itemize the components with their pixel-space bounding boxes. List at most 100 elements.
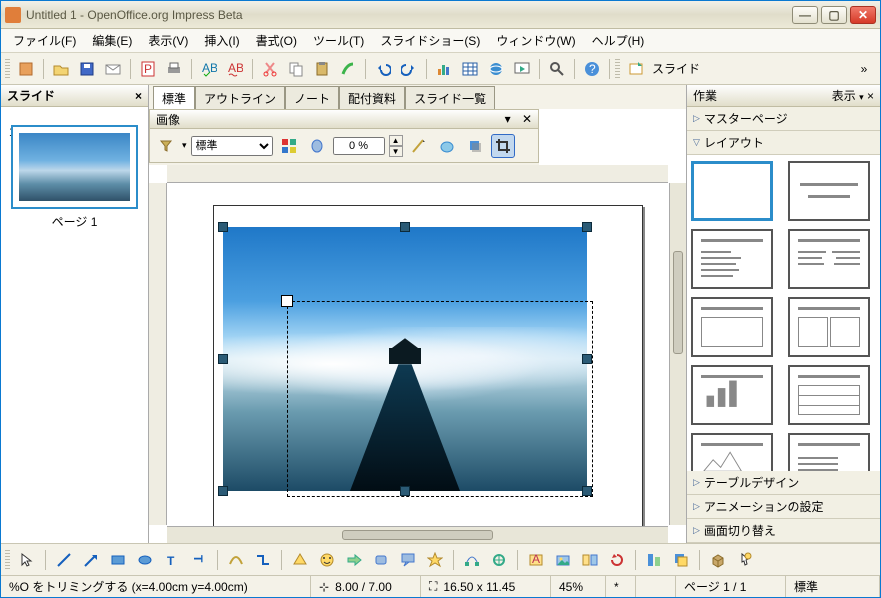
slide-thumbnail-1[interactable] <box>11 125 138 209</box>
resize-handle-sw[interactable] <box>218 486 228 496</box>
line-tool[interactable] <box>52 548 76 572</box>
cut-button[interactable] <box>258 57 282 81</box>
draw-grip[interactable] <box>5 550 10 570</box>
tab-sorter[interactable]: スライド一覧 <box>405 86 495 110</box>
connector-tool[interactable] <box>251 548 275 572</box>
layout-two-boxes[interactable] <box>788 297 870 357</box>
flowchart-button[interactable] <box>369 548 393 572</box>
section-table[interactable]: ▷テーブルデザイン <box>687 471 880 495</box>
spin-up[interactable]: ▲ <box>389 135 403 146</box>
email-button[interactable] <box>101 57 125 81</box>
hyperlink-button[interactable] <box>484 57 508 81</box>
task-view-label[interactable]: 表示 <box>832 89 856 103</box>
menu-insert[interactable]: 挿入(I) <box>198 30 245 51</box>
new-doc-button[interactable] <box>14 57 38 81</box>
section-layout[interactable]: ▽レイアウト <box>687 131 880 155</box>
resize-handle-ne[interactable] <box>582 222 592 232</box>
open-button[interactable] <box>49 57 73 81</box>
menu-help[interactable]: ヘルプ(H) <box>586 30 651 51</box>
image-toolbar-pin[interactable]: ▾ <box>505 112 511 126</box>
vtext-tool[interactable]: T <box>187 548 211 572</box>
maximize-button[interactable]: ▢ <box>821 6 847 24</box>
task-panel-close[interactable]: × <box>867 89 874 103</box>
editing-canvas[interactable] <box>149 165 686 543</box>
menu-format[interactable]: 書式(O) <box>250 30 303 51</box>
layout-table[interactable] <box>788 365 870 425</box>
layout-text-chart[interactable] <box>788 433 870 471</box>
menu-tools[interactable]: ツール(T) <box>307 30 370 51</box>
rotate-button[interactable] <box>605 548 629 572</box>
save-button[interactable] <box>75 57 99 81</box>
transparency-input[interactable] <box>333 137 385 155</box>
text-tool[interactable]: T <box>160 548 184 572</box>
symbol-shapes-button[interactable] <box>315 548 339 572</box>
slide-insert-button[interactable] <box>624 57 648 81</box>
alignment-button[interactable] <box>642 548 666 572</box>
close-button[interactable]: ✕ <box>850 6 876 24</box>
slideshow-run-button[interactable] <box>510 57 534 81</box>
fontwork-button[interactable]: A <box>524 548 548 572</box>
slides-panel-close[interactable]: × <box>135 89 142 103</box>
shadow-button[interactable] <box>463 134 487 158</box>
curve-tool[interactable] <box>224 548 248 572</box>
block-arrows-button[interactable] <box>342 548 366 572</box>
copy-button[interactable] <box>284 57 308 81</box>
stars-button[interactable] <box>423 548 447 572</box>
redo-button[interactable] <box>397 57 421 81</box>
layout-title-only[interactable] <box>691 297 773 357</box>
resize-handle-n[interactable] <box>400 222 410 232</box>
layout-title-content[interactable] <box>691 229 773 289</box>
crop-rectangle[interactable] <box>287 301 593 497</box>
resize-handle-w[interactable] <box>218 354 228 364</box>
callouts-button[interactable] <box>396 548 420 572</box>
tab-outline[interactable]: アウトライン <box>195 86 285 110</box>
toolbar-overflow-button[interactable]: » <box>852 57 876 81</box>
filter-dropdown-arrow[interactable]: ▾ <box>182 140 187 151</box>
vertical-scrollbar[interactable] <box>669 183 686 525</box>
chart-button[interactable] <box>432 57 456 81</box>
image-toolbar-close[interactable]: ✕ <box>522 112 532 126</box>
ellipse-tool[interactable] <box>133 548 157 572</box>
menu-view[interactable]: 表示(V) <box>142 30 194 51</box>
section-transition[interactable]: ▷画面切り替え <box>687 519 880 543</box>
format-paintbrush-button[interactable] <box>336 57 360 81</box>
arrange-button[interactable] <box>669 548 693 572</box>
spin-down[interactable]: ▼ <box>389 146 403 157</box>
points-edit-button[interactable] <box>460 548 484 572</box>
layout-title[interactable] <box>788 161 870 221</box>
layout-chart[interactable] <box>691 365 773 425</box>
arrow-tool[interactable] <box>79 548 103 572</box>
interaction-button[interactable] <box>733 548 757 572</box>
resize-handle-nw[interactable] <box>218 222 228 232</box>
filter-button[interactable] <box>154 134 178 158</box>
autospell-button[interactable]: ABC <box>223 57 247 81</box>
status-zoom[interactable]: 45% <box>551 576 606 597</box>
rectangle-tool[interactable] <box>106 548 130 572</box>
graphics-mode-select[interactable]: 標準 <box>191 136 273 156</box>
toolbar-grip-2[interactable] <box>615 59 620 79</box>
select-tool[interactable] <box>15 548 39 572</box>
paste-button[interactable] <box>310 57 334 81</box>
export-pdf-button[interactable]: P <box>136 57 160 81</box>
layout-blank[interactable] <box>691 161 773 221</box>
table-button[interactable] <box>458 57 482 81</box>
menu-window[interactable]: ウィンドウ(W) <box>490 30 581 51</box>
section-animation[interactable]: ▷アニメーションの設定 <box>687 495 880 519</box>
print-button[interactable] <box>162 57 186 81</box>
section-master[interactable]: ▷マスターページ <box>687 107 880 131</box>
gluepoints-button[interactable] <box>487 548 511 572</box>
horizontal-scrollbar[interactable] <box>167 526 668 543</box>
crop-button[interactable] <box>491 134 515 158</box>
from-file-button[interactable] <box>551 548 575 572</box>
ruler-horizontal[interactable] <box>167 165 668 183</box>
ruler-vertical[interactable] <box>149 183 167 525</box>
crop-corner-marker[interactable] <box>281 295 293 307</box>
help-button[interactable]: ? <box>580 57 604 81</box>
layout-clipart-text[interactable] <box>691 433 773 471</box>
minimize-button[interactable]: — <box>792 6 818 24</box>
color-button[interactable] <box>277 134 301 158</box>
undo-button[interactable] <box>371 57 395 81</box>
layout-two-content[interactable] <box>788 229 870 289</box>
line-tool-button[interactable] <box>407 134 431 158</box>
menu-slideshow[interactable]: スライドショー(S) <box>374 30 486 51</box>
